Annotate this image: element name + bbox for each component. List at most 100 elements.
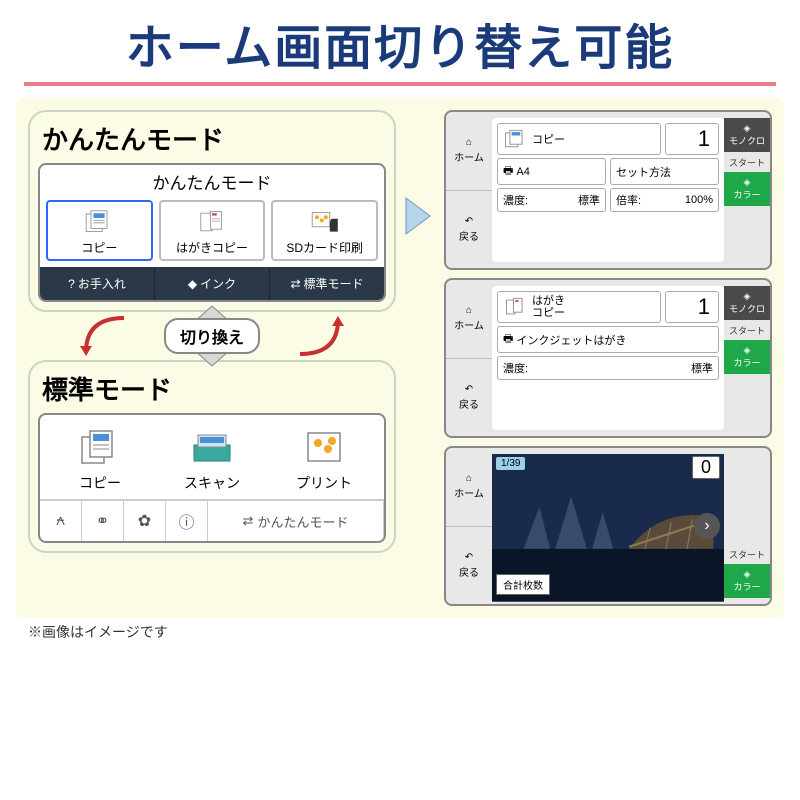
switch-standard-button[interactable]: ⇄標準モード	[270, 267, 384, 300]
mono-start-button[interactable]: ◈モノクロ	[724, 118, 770, 152]
title-row: コピー 1	[497, 123, 719, 155]
back-icon: ↶	[465, 552, 473, 563]
simple-mode-label: かんたんモード	[42, 120, 386, 157]
back-button[interactable]: ↶戻る	[446, 359, 492, 437]
simple-item-label: はがきコピー	[176, 239, 248, 256]
count-box[interactable]: 1	[665, 291, 719, 323]
footnote: ※画像はイメージです	[28, 622, 800, 642]
density-button[interactable]: 濃度:標準	[497, 356, 719, 380]
simple-item-copy[interactable]: コピー	[46, 200, 153, 261]
right-column: ⌂ホーム ↶戻る コピー 1 🖶A4 セット方法 濃度:標準 倍率:1	[444, 110, 772, 606]
paper-label: A4	[516, 166, 529, 178]
screen-main: はがき コピー 1 🖶インクジェットはがき 濃度:標準	[492, 286, 724, 430]
screen-main: コピー 1 🖶A4 セット方法 濃度:標準 倍率:100%	[492, 118, 724, 262]
std-item-scan[interactable]: スキャン	[156, 427, 268, 493]
sdcard-print-icon	[309, 208, 341, 236]
home-button[interactable]: ⌂ホーム	[446, 280, 492, 359]
switch-label: かんたんモード	[257, 512, 348, 531]
main-container: かんたんモード かんたんモード コピー はがきコピー SDカード印刷	[16, 98, 784, 618]
simple-items-row: コピー はがきコピー SDカード印刷	[40, 196, 384, 267]
paper-button[interactable]: 🖶A4	[497, 158, 606, 185]
std-item-label: コピー	[79, 473, 121, 493]
settings-button[interactable]: ✿	[124, 501, 166, 541]
copy-icon	[83, 208, 115, 236]
simple-item-label: SDカード印刷	[286, 239, 363, 256]
std-item-copy[interactable]: コピー	[44, 427, 156, 493]
postcard-icon	[196, 208, 228, 236]
set-method-button[interactable]: セット方法	[610, 158, 719, 185]
std-item-label: スキャン	[184, 473, 240, 493]
paper-label: インクジェットはがき	[516, 332, 626, 348]
switch-simple-button[interactable]: ⇄かんたんモード	[208, 501, 384, 541]
back-icon: ↶	[465, 216, 473, 227]
function-title: コピー	[497, 123, 661, 155]
screen-actions: スタート ◈カラー	[724, 448, 770, 604]
simple-item-sdcard[interactable]: SDカード印刷	[271, 200, 378, 261]
count-box[interactable]: 1	[665, 123, 719, 155]
simple-mode-block: かんたんモード かんたんモード コピー はがきコピー SDカード印刷	[28, 110, 396, 312]
home-icon: ⌂	[466, 137, 472, 148]
swap-button[interactable]: 切り換え	[164, 318, 260, 354]
title-text: はがき コピー	[532, 295, 565, 319]
color-start-button[interactable]: ◈カラー	[724, 340, 770, 374]
back-button[interactable]: ↶戻る	[446, 191, 492, 269]
home-icon: ⌂	[466, 305, 472, 316]
mono-start-button[interactable]: ◈モノクロ	[724, 286, 770, 320]
photo-count[interactable]: 0	[692, 456, 720, 479]
ink-label: インク	[200, 275, 236, 292]
gear-icon: ✿	[138, 511, 151, 531]
density-value: 標準	[578, 192, 600, 208]
standard-mode-label: 標準モード	[42, 370, 386, 407]
maintenance-button[interactable]: ?お手入れ	[40, 267, 155, 300]
home-label: ホーム	[454, 317, 484, 332]
color-label: カラー	[733, 188, 760, 201]
diamond-icon: ◈	[744, 569, 751, 580]
wifi-icon: ⍲	[56, 512, 66, 530]
diamond-icon: ◈	[744, 177, 751, 188]
copy-icon	[503, 128, 529, 150]
color-start-button[interactable]: ◈カラー	[724, 564, 770, 598]
back-button[interactable]: ↶戻る	[446, 527, 492, 605]
paper-button[interactable]: 🖶インクジェットはがき	[497, 326, 719, 353]
divider	[24, 82, 776, 86]
postcard-icon	[503, 296, 529, 318]
curve-arrow-right-icon	[290, 312, 350, 362]
title-text: コピー	[532, 131, 565, 147]
title-row: はがき コピー 1	[497, 291, 719, 323]
copy-screen: ⌂ホーム ↶戻る コピー 1 🖶A4 セット方法 濃度:標準 倍率:1	[444, 110, 772, 270]
wifi-button[interactable]: ⍲	[40, 501, 82, 541]
printer-icon: 🖶	[503, 330, 513, 349]
next-photo-button[interactable]: ›	[694, 513, 720, 539]
switch-label: 標準モード	[304, 275, 364, 292]
photo-screen: ⌂ホーム ↶戻る 1/39 0 › 合計枚数	[444, 446, 772, 606]
info-button[interactable]: ⓘ	[166, 501, 208, 541]
home-button[interactable]: ⌂ホーム	[446, 448, 492, 527]
density-button[interactable]: 濃度:標準	[497, 188, 606, 212]
total-count-button[interactable]: 合計枚数	[496, 574, 550, 595]
back-label: 戻る	[459, 396, 479, 411]
ratio-button[interactable]: 倍率:100%	[610, 188, 719, 212]
back-label: 戻る	[459, 564, 479, 579]
mono-label: モノクロ	[729, 134, 765, 147]
color-label: カラー	[733, 580, 760, 593]
link-button[interactable]: ⚭	[82, 501, 124, 541]
back-label: 戻る	[459, 228, 479, 243]
standard-bottom-bar: ⍲ ⚭ ✿ ⓘ ⇄かんたんモード	[40, 499, 384, 541]
printer-icon: 🖶	[503, 162, 513, 181]
chevron-right-icon: ›	[704, 517, 709, 535]
function-title: はがき コピー	[497, 291, 661, 323]
paper-row: 🖶A4 セット方法	[497, 158, 719, 185]
print-icon	[300, 427, 348, 467]
home-button[interactable]: ⌂ホーム	[446, 112, 492, 191]
std-item-label: プリント	[296, 473, 352, 493]
start-label: スタート	[724, 545, 770, 563]
screen-actions: ◈モノクロ スタート ◈カラー	[724, 112, 770, 268]
copy-icon	[76, 427, 124, 467]
std-item-print[interactable]: プリント	[268, 427, 380, 493]
diamond-icon: ◈	[744, 291, 751, 302]
color-start-button[interactable]: ◈カラー	[724, 172, 770, 206]
photo-main[interactable]: 1/39 0 › 合計枚数	[492, 454, 724, 598]
ink-button[interactable]: ◆インク	[155, 267, 270, 300]
simple-mode-panel: かんたんモード コピー はがきコピー SDカード印刷	[38, 163, 386, 302]
simple-item-hagaki[interactable]: はがきコピー	[159, 200, 266, 261]
